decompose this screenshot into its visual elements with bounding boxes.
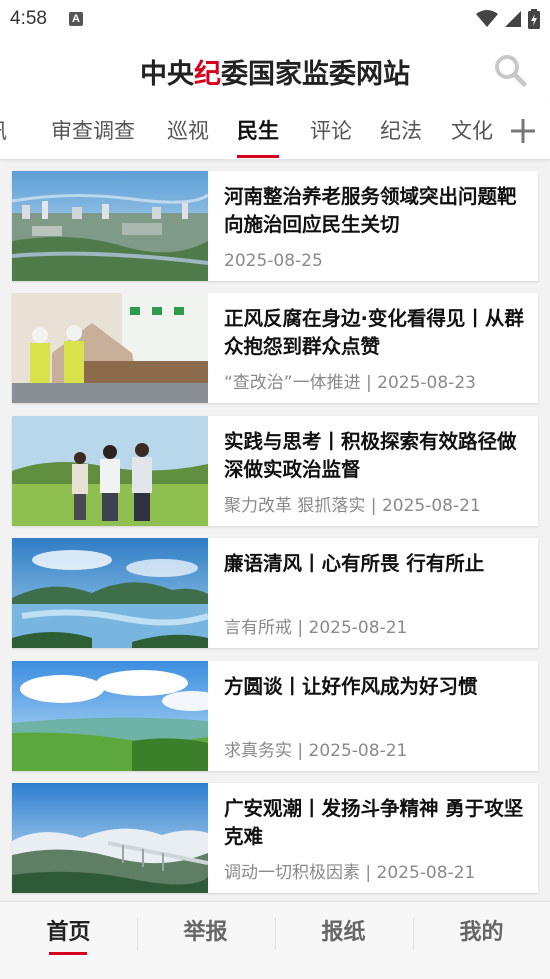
search-button[interactable] xyxy=(492,52,528,88)
bottom-navigation: 首页 举报 报纸 我的 xyxy=(0,901,550,979)
status-indicators xyxy=(476,9,540,29)
wifi-icon xyxy=(476,10,498,27)
tab-inspection[interactable]: 巡视 xyxy=(167,104,209,160)
notification-icon: A xyxy=(68,12,83,26)
battery-icon xyxy=(528,9,540,29)
status-time: 4:58 xyxy=(10,8,47,29)
title-part-1: 中央 xyxy=(140,58,194,90)
article-title: 实践与思考丨积极探索有效路径做深做实政治监督 xyxy=(224,430,517,481)
article-thumbnail xyxy=(12,538,208,648)
article-thumbnail xyxy=(12,293,208,403)
nav-newspaper[interactable]: 报纸 xyxy=(275,902,412,964)
tab-commentary[interactable]: 评论 xyxy=(310,104,352,160)
nav-report-label: 举报 xyxy=(183,919,228,945)
signal-icon xyxy=(505,11,521,27)
article-title: 正风反腐在身边·变化看得见丨从群众抱怨到群众点赞 xyxy=(224,307,524,358)
nav-home-label: 首页 xyxy=(46,919,91,945)
article-card[interactable]: 方圆谈丨让好作风成为好习惯 求真务实 | 2025-08-21 xyxy=(12,661,538,771)
article-meta: “查改治”一体推进 | 2025-08-23 xyxy=(224,373,476,393)
plus-icon xyxy=(511,119,535,143)
app-header: 中央纪委国家监委网站 xyxy=(0,38,550,104)
tab-discipline-law[interactable]: 纪法 xyxy=(380,104,422,160)
article-card[interactable]: 实践与思考丨积极探索有效路径做深做实政治监督 聚力改革 狠抓落实 | 2025-… xyxy=(12,416,538,526)
article-card[interactable]: 廉语清风丨心有所畏 行有所止 言有所戒 | 2025-08-21 xyxy=(12,538,538,648)
add-tab-button[interactable] xyxy=(510,118,536,144)
article-card[interactable]: 正风反腐在身边·变化看得见丨从群众抱怨到群众点赞 “查改治”一体推进 | 202… xyxy=(12,293,538,403)
nav-home[interactable]: 首页 xyxy=(0,902,137,964)
article-thumbnail xyxy=(12,661,208,771)
tab-partial[interactable]: 讯 xyxy=(0,104,7,160)
article-meta: 2025-08-25 xyxy=(224,251,323,271)
nav-mine[interactable]: 我的 xyxy=(413,902,550,964)
title-part-2: 委国家监委网站 xyxy=(221,58,410,90)
article-title: 廉语清风丨心有所畏 行有所止 xyxy=(224,552,485,575)
tab-culture[interactable]: 文化 xyxy=(451,104,493,160)
article-card[interactable]: 广安观潮丨发扬斗争精神 勇于攻坚克难 调动一切积极因素 | 2025-08-21 xyxy=(12,783,538,893)
nav-mine-label: 我的 xyxy=(459,919,504,945)
active-indicator xyxy=(49,952,87,955)
article-thumbnail xyxy=(12,783,208,893)
article-title: 河南整治养老服务领域突出问题靶向施治回应民生关切 xyxy=(224,185,517,236)
title-part-red: 纪 xyxy=(194,58,221,90)
nav-newspaper-label: 报纸 xyxy=(321,919,366,945)
article-meta: 求真务实 | 2025-08-21 xyxy=(224,741,408,761)
article-title: 方圆谈丨让好作风成为好习惯 xyxy=(224,675,478,698)
tab-livelihood[interactable]: 民生 xyxy=(237,104,279,160)
nav-report[interactable]: 举报 xyxy=(137,902,274,964)
article-meta: 聚力改革 狠抓落实 | 2025-08-21 xyxy=(224,496,481,516)
article-title: 广安观潮丨发扬斗争精神 勇于攻坚克难 xyxy=(224,797,524,848)
article-meta: 调动一切积极因素 | 2025-08-21 xyxy=(224,863,476,883)
article-meta: 言有所戒 | 2025-08-21 xyxy=(224,618,408,638)
search-icon xyxy=(495,55,527,87)
tab-review-investigation[interactable]: 审查调查 xyxy=(51,104,135,160)
app-title: 中央纪委国家监委网站 xyxy=(140,52,410,91)
article-card[interactable]: 河南整治养老服务领域突出问题靶向施治回应民生关切 2025-08-25 xyxy=(12,171,538,281)
article-thumbnail xyxy=(12,416,208,526)
category-tabs: 讯 审查调查 巡视 民生 评论 纪法 文化 xyxy=(0,104,550,160)
article-thumbnail xyxy=(12,171,208,281)
status-bar: 4:58 A xyxy=(0,0,550,38)
